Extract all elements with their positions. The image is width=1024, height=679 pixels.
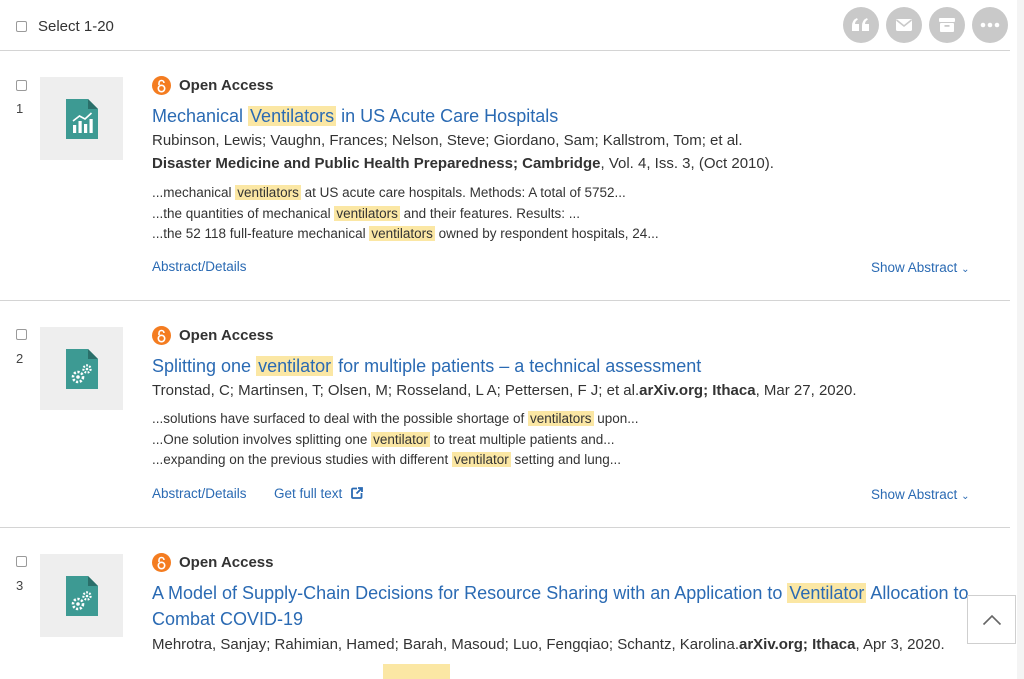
- title-highlight: Ventilator: [787, 583, 867, 603]
- record-divider: [0, 527, 1010, 528]
- open-access-icon: [152, 553, 171, 572]
- gears-document-icon: [65, 348, 98, 389]
- quote-icon: [852, 18, 869, 31]
- results-toolbar: Select 1-20: [0, 0, 1010, 51]
- open-access-badge: Open Access: [152, 76, 274, 95]
- title-text: Mechanical: [152, 106, 249, 126]
- page-scrollbar[interactable]: [1017, 0, 1024, 679]
- record-number: 1: [16, 101, 24, 116]
- title-text: Splitting one: [152, 356, 257, 376]
- open-access-icon: [152, 326, 171, 345]
- chevron-up-icon: [982, 614, 1001, 625]
- back-to-top-button[interactable]: [967, 595, 1016, 644]
- publication-details: , Mar 27, 2020.: [755, 382, 857, 399]
- publication-name: Disaster Medicine and Public Health Prep…: [152, 155, 601, 172]
- snippet-highlight: ventilators: [334, 205, 400, 221]
- record-authors: Mehrotra, Sanjay; Rahimian, Hamed; Barah…: [152, 636, 739, 653]
- publication-name: arXiv.org; Ithaca: [739, 636, 856, 653]
- cite-button[interactable]: [843, 7, 879, 43]
- open-access-label: Open Access: [179, 327, 274, 344]
- email-icon: [896, 19, 912, 31]
- record-title-link[interactable]: Splitting one ventilator for multiple pa…: [152, 353, 701, 379]
- document-thumbnail[interactable]: [40, 77, 123, 160]
- get-full-text-link[interactable]: Get full text: [274, 486, 363, 501]
- title-highlight: ventilator: [256, 356, 334, 376]
- snippet-highlight: ventilators: [235, 185, 301, 200]
- record-snippets: ...mechanical ventilators at US acute ca…: [152, 183, 659, 245]
- title-highlight: Ventilators: [248, 106, 337, 126]
- abstract-details-link[interactable]: Abstract/Details: [152, 486, 247, 501]
- publication-details: , Apr 3, 2020.: [855, 636, 945, 653]
- snippet-line: ...the 52 118 full-feature mechanical ve…: [152, 226, 659, 241]
- document-thumbnail[interactable]: [40, 327, 123, 410]
- select-all-checkbox[interactable]: [16, 21, 27, 32]
- chart-document-icon: [65, 98, 98, 139]
- open-access-label: Open Access: [179, 77, 274, 94]
- open-access-badge: Open Access: [152, 326, 274, 345]
- email-button[interactable]: [886, 7, 922, 43]
- record-source: Disaster Medicine and Public Health Prep…: [152, 155, 774, 172]
- record-checkbox[interactable]: [16, 329, 27, 340]
- snippet-highlight: ventilator: [371, 431, 430, 447]
- get-full-text-label: Get full text: [274, 486, 343, 501]
- record-divider: [0, 300, 1010, 301]
- record-checkbox[interactable]: [16, 556, 27, 567]
- more-icon: [980, 22, 1000, 28]
- snippet-line: ...the quantities of mechanical ventilat…: [152, 205, 580, 221]
- record-title-link[interactable]: A Model of Supply-Chain Decisions for Re…: [152, 580, 982, 632]
- record-number: 2: [16, 351, 24, 366]
- chevron-down-icon: ⌄: [961, 491, 970, 502]
- save-button[interactable]: [929, 7, 965, 43]
- snippet-highlight: ventilators: [527, 411, 594, 426]
- title-text: for multiple patients – a technical asse…: [333, 356, 702, 376]
- snippet-highlight-partial: [383, 664, 450, 679]
- document-thumbnail[interactable]: [40, 554, 123, 637]
- open-access-badge: Open Access: [152, 553, 274, 572]
- show-abstract-toggle[interactable]: Show Abstract ⌄: [871, 487, 969, 502]
- record-checkbox[interactable]: [16, 80, 27, 91]
- record-number: 3: [16, 578, 24, 593]
- gears-document-icon: [65, 575, 98, 616]
- snippet-line: ...expanding on the previous studies wit…: [152, 452, 622, 467]
- publication-details: , Vol. 4, Iss. 3, (Oct 2010).: [600, 155, 774, 172]
- record-authors-source: Mehrotra, Sanjay; Rahimian, Hamed; Barah…: [152, 636, 945, 653]
- chevron-down-icon: ⌄: [961, 264, 970, 275]
- show-abstract-label: Show Abstract: [871, 260, 958, 275]
- save-icon: [939, 18, 955, 32]
- more-actions-button[interactable]: [972, 7, 1008, 43]
- external-link-icon: [351, 487, 363, 499]
- record-authors: Rubinson, Lewis; Vaughn, Frances; Nelson…: [152, 132, 743, 149]
- select-all-label: Select 1-20: [38, 18, 114, 35]
- record-title-link[interactable]: Mechanical Ventilators in US Acute Care …: [152, 103, 558, 129]
- abstract-details-link[interactable]: Abstract/Details: [152, 259, 247, 274]
- title-text: in US Acute Care Hospitals: [336, 106, 559, 126]
- snippet-line: ...solutions have surfaced to deal with …: [152, 411, 639, 426]
- record-authors-source: Tronstad, C; Martinsen, T; Olsen, M; Ros…: [152, 382, 857, 399]
- snippet-highlight: ventilator: [451, 452, 511, 467]
- record-snippets: ...solutions have surfaced to deal with …: [152, 409, 639, 471]
- snippet-highlight: ventilators: [369, 226, 435, 241]
- open-access-icon: [152, 76, 171, 95]
- publication-name: arXiv.org; Ithaca: [639, 382, 756, 399]
- show-abstract-toggle[interactable]: Show Abstract ⌄: [871, 260, 969, 275]
- title-text: A Model of Supply-Chain Decisions for Re…: [152, 583, 788, 603]
- snippet-line: ...One solution involves splitting one v…: [152, 431, 615, 447]
- snippet-line: ...mechanical ventilators at US acute ca…: [152, 185, 626, 200]
- show-abstract-label: Show Abstract: [871, 487, 958, 502]
- open-access-label: Open Access: [179, 554, 274, 571]
- record-authors: Tronstad, C; Martinsen, T; Olsen, M; Ros…: [152, 382, 640, 399]
